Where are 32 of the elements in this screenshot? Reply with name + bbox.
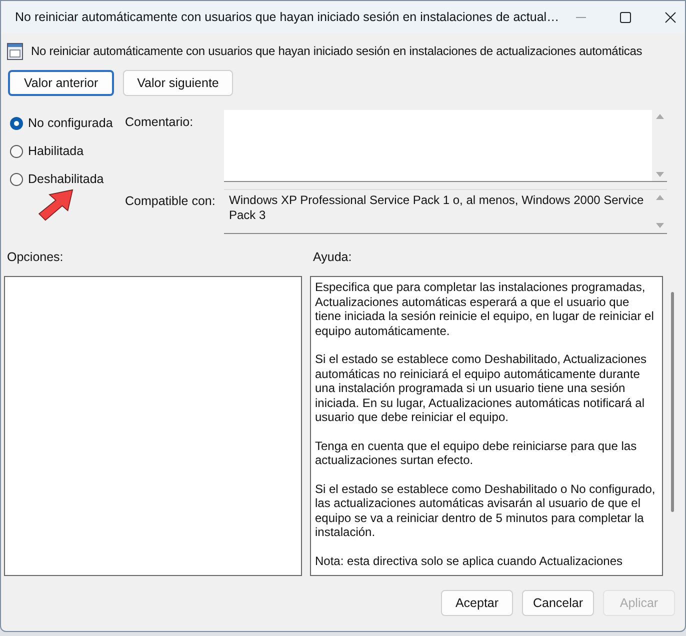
scroll-down-icon	[656, 223, 664, 228]
help-paragraph: Tenga en cuenta que el equipo debe reiniciarse para que las actualizaciones surtan efecto.	[315, 438, 638, 468]
nav-button[interactable]: Valor siguiente	[123, 70, 233, 96]
dialog-button[interactable]: Cancelar	[522, 590, 594, 616]
radio-label[interactable]: Habilitada	[28, 142, 84, 160]
policy-title: No reiniciar automáticamente con usuarios que hayan iniciado sesión en instalaciones de actualizaciones automáticas	[31, 43, 642, 60]
compatible-label: Compatible con:	[125, 193, 216, 210]
help-paragraph: Si el estado se establece como Deshabilitado, Actualizaciones automáticas no reiniciará el equipo automáticamente durante una instalación programada si un usuario tiene una sesión iniciada. En su lugar, Actualizaciones automáticas notificará al usuario que debe reiniciar el equipo.	[315, 352, 648, 424]
maximize-icon	[620, 12, 631, 22]
help-paragraph: Si el estado se establece como Deshabilitado o No configurado, las actualizaciones automáticas avisarán al usuario de que el equipo se va a reiniciar dentro de 5 minutos para completar la instalación.	[315, 482, 656, 540]
help-label: Ayuda:	[313, 249, 352, 264]
scroll-up-icon	[656, 195, 664, 200]
options-label: Opciones:	[6, 249, 64, 264]
minimize-icon	[576, 16, 586, 18]
close-icon	[664, 12, 676, 22]
radio-button[interactable]	[10, 116, 23, 130]
radio-button[interactable]	[10, 172, 23, 186]
radio-label[interactable]: No configurada	[28, 114, 113, 132]
policy-icon	[7, 42, 23, 60]
radio-label[interactable]: Deshabilitada	[28, 170, 104, 188]
help-paragraph: Nota: esta directiva solo se aplica cuando Actualizaciones	[315, 554, 624, 568]
scroll-down-icon	[656, 172, 664, 177]
comment-label: Comentario:	[125, 114, 194, 131]
dialog-button[interactable]: Aceptar	[441, 590, 513, 616]
compatible-text: Windows XP Professional Service Pack 1 o, al menos, Windows 2000 Service Pack 3	[228, 192, 645, 224]
help-paragraph: Especifica que para completar las instalaciones programadas, Actualizaciones automáticas esperará a que el usuario que tiene iniciada la sesión reinicie el equipo, en lugar de reiniciar el equipo automáticamente.	[315, 280, 655, 338]
nav-button[interactable]: Valor anterior	[8, 70, 114, 96]
comment-field[interactable]	[224, 110, 667, 182]
scroll-up-icon	[656, 114, 664, 119]
window-title: No reiniciar automáticamente con usuarios que hayan iniciado sesión en instalaciones de actual…	[15, 8, 560, 26]
scroll-thumb[interactable]	[670, 292, 674, 512]
radio-button[interactable]	[10, 144, 23, 158]
